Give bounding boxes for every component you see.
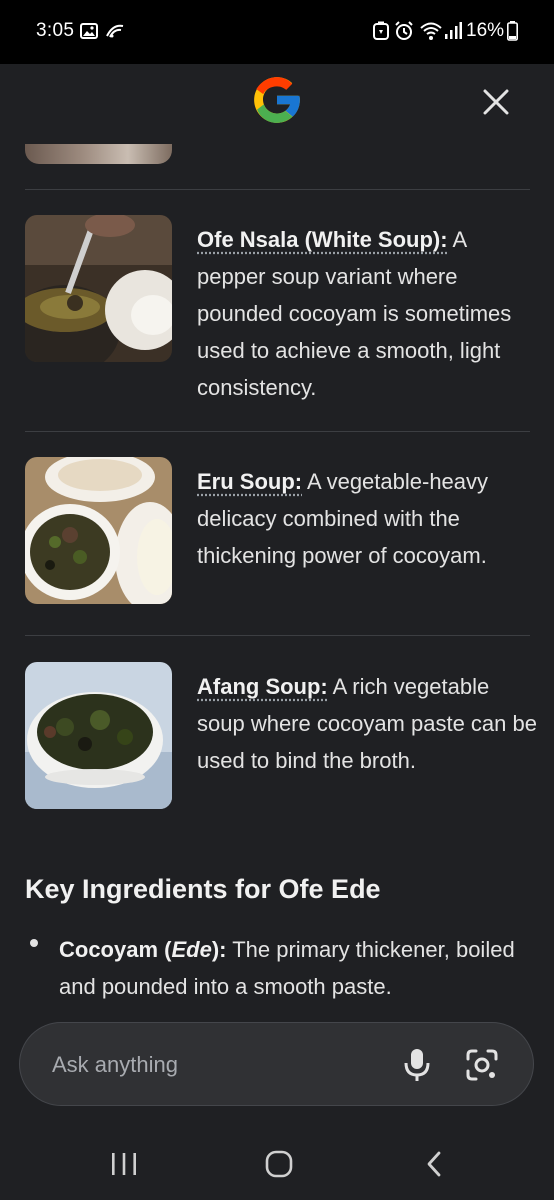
wifi-icon	[419, 20, 443, 42]
divider	[25, 189, 530, 190]
divider	[25, 431, 530, 432]
navigation-bar	[0, 1106, 554, 1200]
answer-content: Ofe Nsala (White Soup): A pepper soup va…	[0, 144, 554, 1020]
item-title[interactable]: Ofe Nsala (White Soup):	[197, 227, 448, 252]
battery-percent: 16%	[466, 20, 505, 41]
screen: 3:05 16% Ofe Nsala (White Soup): A peppe…	[0, 0, 554, 1200]
microphone-button[interactable]	[402, 1047, 432, 1083]
back-button[interactable]	[424, 1150, 444, 1178]
home-button[interactable]	[265, 1150, 293, 1178]
ask-input[interactable]	[50, 1045, 374, 1085]
close-button[interactable]	[476, 82, 516, 122]
battery-saver-icon	[372, 20, 390, 42]
bullet-label-suffix: ):	[211, 937, 227, 962]
item-text: Eru Soup: A vegetable-heavy delicacy com…	[197, 463, 537, 574]
item-title[interactable]: Afang Soup:	[197, 674, 328, 699]
item-description: A pepper soup variant where pounded coco…	[197, 227, 512, 400]
alarm-icon	[394, 20, 414, 42]
item-text: Afang Soup: A rich vegetable soup where …	[197, 668, 537, 779]
ask-bar	[19, 1022, 534, 1106]
status-time: 3:05	[36, 20, 75, 41]
cast-icon	[105, 20, 125, 42]
recent-apps-button[interactable]	[110, 1151, 138, 1177]
recent-apps-icon	[112, 1153, 136, 1175]
bullet-item: Cocoyam (Ede): The primary thickener, bo…	[59, 931, 529, 1005]
bullet-label-prefix: Cocoyam (	[59, 937, 172, 962]
item-text: Ofe Nsala (White Soup): A pepper soup va…	[197, 221, 537, 406]
status-bar: 3:05 16%	[0, 0, 554, 64]
bullet-dot	[30, 939, 38, 947]
afang-soup-thumbnail[interactable]	[25, 662, 172, 809]
lens-button[interactable]	[464, 1047, 500, 1083]
home-icon	[265, 1150, 293, 1178]
microphone-icon	[404, 1049, 430, 1081]
item-title[interactable]: Eru Soup:	[197, 469, 302, 494]
lens-icon	[466, 1049, 498, 1081]
eru-soup-thumbnail[interactable]	[25, 457, 172, 604]
battery-icon	[507, 20, 518, 42]
header	[0, 64, 554, 144]
close-icon	[483, 89, 509, 115]
ofe-nsala-thumbnail[interactable]	[25, 215, 172, 362]
signal-icon	[444, 20, 462, 42]
divider	[25, 635, 530, 636]
back-icon	[427, 1151, 441, 1177]
section-heading: Key Ingredients for Ofe Ede	[25, 874, 381, 904]
image-icon	[80, 20, 98, 42]
google-logo	[249, 72, 305, 128]
bullet-label-italic: Ede	[171, 937, 212, 962]
soup-thumbnail-partial[interactable]	[25, 144, 172, 164]
